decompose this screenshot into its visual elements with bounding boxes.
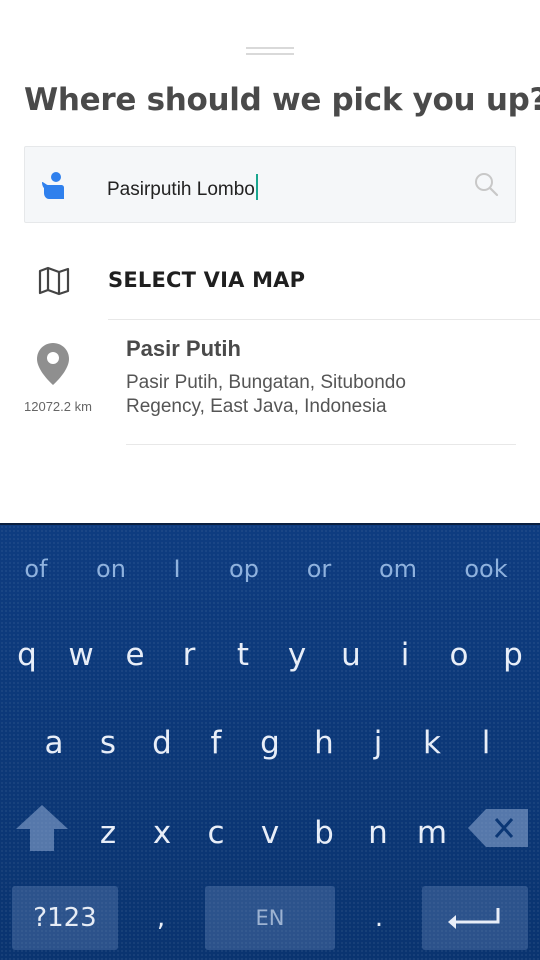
suggestion[interactable]: on bbox=[96, 555, 126, 583]
suggestion[interactable]: om bbox=[379, 555, 417, 583]
key-s[interactable]: s bbox=[81, 713, 135, 773]
location-pin-icon bbox=[36, 342, 70, 386]
enter-arrow-icon bbox=[448, 908, 500, 929]
key-f[interactable]: f bbox=[189, 713, 243, 773]
drag-handle[interactable] bbox=[246, 47, 294, 55]
pickup-search-field[interactable]: Pasirputih Lombo bbox=[24, 146, 516, 223]
pickup-sheet: Where should we pick you up? Pasirputih … bbox=[0, 0, 540, 523]
suggestion[interactable]: op bbox=[229, 555, 259, 583]
key-b[interactable]: b bbox=[297, 803, 351, 863]
shift-key-icon[interactable] bbox=[14, 803, 70, 853]
suggestion[interactable]: or bbox=[307, 555, 332, 583]
key-o[interactable]: o bbox=[432, 625, 486, 685]
key-i[interactable]: i bbox=[378, 625, 432, 685]
result-distance: 12072.2 km bbox=[24, 399, 92, 414]
space-key[interactable]: EN bbox=[205, 886, 335, 950]
key-k[interactable]: k bbox=[405, 713, 459, 773]
page-title: Where should we pick you up? bbox=[24, 82, 540, 118]
list-item[interactable]: 12072.2 km Pasir Putih Pasir Putih, Bung… bbox=[0, 320, 540, 446]
key-p[interactable]: p bbox=[486, 625, 540, 685]
search-input[interactable]: Pasirputih Lombo bbox=[107, 174, 258, 201]
suggestion-strip: of on I op or om ook bbox=[0, 547, 540, 591]
soft-keyboard: of on I op or om ook q w e r t y u i o p… bbox=[0, 523, 540, 960]
key-h[interactable]: h bbox=[297, 713, 351, 773]
key-e[interactable]: e bbox=[108, 625, 162, 685]
key-x[interactable]: x bbox=[135, 803, 189, 863]
map-icon bbox=[38, 266, 70, 296]
key-m[interactable]: m bbox=[405, 803, 459, 863]
select-via-map-option[interactable]: SELECT VIA MAP bbox=[0, 248, 540, 318]
key-q[interactable]: q bbox=[0, 625, 54, 685]
key-n[interactable]: n bbox=[351, 803, 405, 863]
key-j[interactable]: j bbox=[351, 713, 405, 773]
key-t[interactable]: t bbox=[216, 625, 270, 685]
pickup-person-icon bbox=[39, 171, 67, 201]
divider bbox=[126, 444, 516, 445]
enter-key[interactable] bbox=[422, 886, 528, 950]
key-g[interactable]: g bbox=[243, 713, 297, 773]
period-key[interactable]: . bbox=[364, 903, 394, 933]
suggestion[interactable]: I bbox=[173, 555, 180, 583]
backspace-key-icon[interactable] bbox=[466, 807, 530, 849]
key-c[interactable]: c bbox=[189, 803, 243, 863]
key-v[interactable]: v bbox=[243, 803, 297, 863]
select-via-map-label: SELECT VIA MAP bbox=[108, 268, 306, 292]
key-w[interactable]: w bbox=[54, 625, 108, 685]
suggestion[interactable]: ook bbox=[464, 555, 507, 583]
key-a[interactable]: a bbox=[27, 713, 81, 773]
result-title: Pasir Putih bbox=[126, 336, 241, 361]
suggestion[interactable]: of bbox=[24, 555, 47, 583]
key-d[interactable]: d bbox=[135, 713, 189, 773]
key-r[interactable]: r bbox=[162, 625, 216, 685]
key-y[interactable]: y bbox=[270, 625, 324, 685]
comma-key[interactable]: , bbox=[146, 903, 176, 933]
text-caret bbox=[255, 174, 258, 200]
symbols-key[interactable]: ?123 bbox=[12, 886, 118, 950]
key-u[interactable]: u bbox=[324, 625, 378, 685]
search-icon[interactable] bbox=[473, 171, 499, 197]
key-l[interactable]: l bbox=[459, 713, 513, 773]
result-address: Pasir Putih, Bungatan, Situbondo Regency… bbox=[126, 372, 406, 417]
key-z[interactable]: z bbox=[81, 803, 135, 863]
